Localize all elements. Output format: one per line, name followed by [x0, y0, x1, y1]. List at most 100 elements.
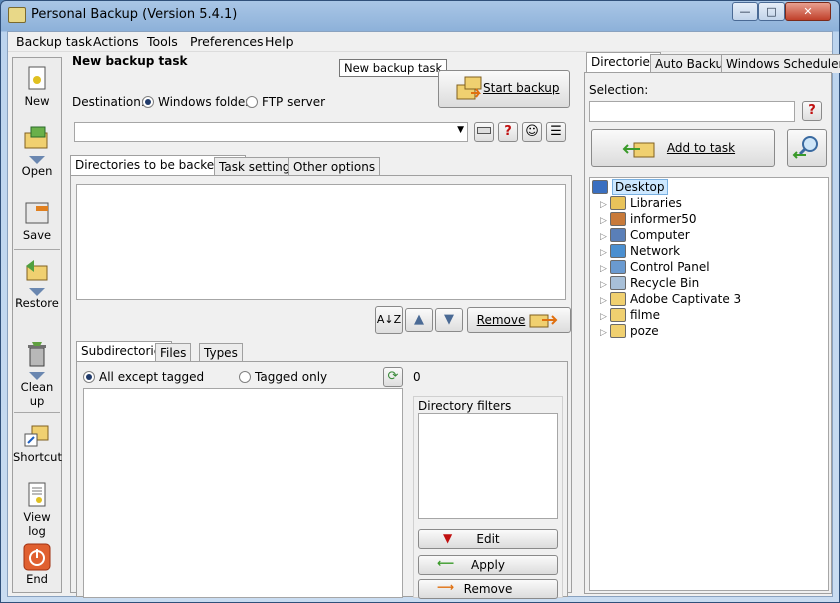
title-bar[interactable]: Personal Backup (Version 5.4.1) — □ ✕	[1, 1, 839, 30]
tree-item-control-panel[interactable]: ▷ Control Panel	[600, 260, 710, 276]
tree-item-poze[interactable]: ▷ poze	[600, 324, 659, 340]
expand-icon[interactable]: ▷	[600, 280, 610, 290]
tagged-count: 0	[413, 370, 421, 384]
user-icon	[610, 212, 626, 226]
open-dropdown-icon[interactable]	[29, 156, 45, 164]
minimize-button[interactable]: —	[732, 2, 758, 21]
remove-filter-button[interactable]: ⟶ Remove	[418, 579, 558, 599]
power-icon	[23, 543, 51, 571]
client-area: Backup task Actions Tools Preferences He…	[7, 31, 840, 599]
list-icon: ☰	[550, 124, 562, 139]
end-button[interactable]: End	[13, 542, 61, 586]
tree-item-label: Recycle Bin	[630, 276, 700, 290]
expand-icon[interactable]: ▷	[600, 296, 610, 306]
apply-filter-button[interactable]: ⟵ Apply	[418, 555, 558, 575]
close-button[interactable]: ✕	[785, 2, 831, 21]
selection-input[interactable]	[589, 101, 795, 122]
subdirectories-tree[interactable]	[83, 388, 403, 598]
directories-list[interactable]	[76, 184, 566, 300]
tree-item-adobe-captivate-3[interactable]: ▷ Adobe Captivate 3	[600, 292, 741, 308]
app-icon	[8, 7, 26, 23]
shortcut-icon	[24, 425, 49, 447]
directories-browser-panel: Selection: ? Add to task Desktop ▷ Librari…	[584, 72, 832, 594]
edit-filter-button[interactable]: ▼ Edit	[418, 529, 558, 549]
folder-icon	[610, 308, 626, 322]
tab-content-directories: A↓Z ▲ ▼ Remove Subdirectories Files Type…	[70, 175, 572, 599]
dest-ftp-radio[interactable]: FTP server	[246, 95, 325, 109]
move-down-button[interactable]: ▼	[435, 308, 463, 332]
open-button[interactable]: Open	[13, 124, 61, 178]
restore-button[interactable]: Restore	[13, 256, 61, 310]
tree-item-filme[interactable]: ▷ filme	[600, 308, 660, 324]
user-settings-button[interactable]: ☺	[522, 122, 542, 142]
add-to-task-button[interactable]: Add to task	[591, 129, 775, 167]
subdirectories-panel: All except tagged Tagged only ⟳ 0 Direct…	[76, 361, 568, 599]
cleanup-button[interactable]: Clean up	[13, 340, 61, 408]
directory-filters-list[interactable]	[418, 413, 558, 519]
shortcut-button[interactable]: Shortcut	[13, 420, 62, 464]
refresh-icon: ⟳	[387, 369, 399, 384]
save-button[interactable]: Save	[13, 198, 61, 242]
task-title: New backup task	[72, 54, 188, 68]
start-backup-button[interactable]: Start backup	[438, 70, 570, 108]
refresh-button[interactable]: ⟳	[383, 367, 403, 387]
tree-item-label: Desktop	[612, 179, 668, 195]
drive-button[interactable]	[474, 122, 494, 142]
tab-types[interactable]: Types	[199, 343, 243, 362]
maximize-button[interactable]: □	[758, 2, 785, 21]
tree-item-libraries[interactable]: ▷ Libraries	[600, 196, 682, 212]
tab-files[interactable]: Files	[155, 343, 192, 362]
tree-item-network[interactable]: ▷ Network	[600, 244, 680, 260]
dest-windows-radio[interactable]: Windows folder	[142, 95, 250, 109]
menu-backup-task[interactable]: Backup task	[16, 34, 92, 49]
right-arrow-icon: ⟶	[437, 580, 455, 594]
view-log-button[interactable]: View log	[13, 480, 61, 538]
tooltip: New backup task	[339, 59, 448, 77]
expand-icon[interactable]: ▷	[600, 248, 610, 258]
expand-icon[interactable]: ▷	[600, 328, 610, 338]
expand-icon[interactable]: ▷	[600, 216, 610, 226]
add-folder-icon	[622, 142, 655, 158]
tree-item-label: Adobe Captivate 3	[630, 292, 742, 306]
menu-preferences[interactable]: Preferences	[190, 34, 264, 49]
tagged-only-radio[interactable]: Tagged only	[239, 370, 327, 384]
destination-path-combo[interactable]: ▼	[74, 122, 468, 142]
move-up-button[interactable]: ▲	[405, 308, 433, 332]
window-title: Personal Backup (Version 5.4.1)	[31, 7, 238, 22]
new-button[interactable]: New	[13, 64, 61, 108]
restore-dropdown-icon[interactable]	[29, 288, 45, 296]
remove-directory-button[interactable]: Remove	[467, 307, 571, 333]
expand-icon[interactable]: ▷	[600, 264, 610, 274]
sort-button[interactable]: A↓Z	[375, 306, 403, 334]
menu-tools[interactable]: Tools	[147, 34, 178, 49]
expand-icon[interactable]: ▷	[600, 232, 610, 242]
question-icon: ?	[808, 103, 816, 118]
folder-icon	[610, 292, 626, 306]
radio-icon	[239, 371, 251, 383]
tree-item-recycle-bin[interactable]: ▷ Recycle Bin	[600, 276, 699, 292]
expand-icon[interactable]: ▷	[600, 312, 610, 322]
start-backup-icon	[456, 76, 482, 100]
menu-help[interactable]: Help	[265, 34, 294, 49]
search-folders-button[interactable]	[787, 129, 827, 167]
drive-icon	[477, 127, 491, 134]
tab-windows-scheduler[interactable]: Windows Scheduler	[721, 54, 840, 73]
remove-folder-icon	[529, 314, 558, 328]
tab-other-options[interactable]: Other options	[288, 157, 381, 176]
tree-item-computer[interactable]: ▷ Computer	[600, 228, 690, 244]
help-button[interactable]: ?	[498, 122, 518, 142]
tree-item-label: informer50	[630, 212, 697, 226]
app-window: Personal Backup (Version 5.4.1) — □ ✕ Ba…	[0, 0, 840, 603]
expand-icon[interactable]: ▷	[600, 200, 610, 210]
directory-filters-group: Directory filters ▼ Edit ⟵ Apply ⟶ Remov…	[413, 396, 563, 599]
folder-tree[interactable]: Desktop ▷ Libraries ▷ informer50 ▷ Computer ▷ Ne…	[589, 177, 829, 591]
properties-button[interactable]: ☰	[546, 122, 566, 142]
menu-actions[interactable]: Actions	[93, 34, 139, 49]
tree-item-informer50[interactable]: ▷ informer50	[600, 212, 697, 228]
all-except-tagged-radio[interactable]: All except tagged	[83, 370, 204, 384]
tree-item-desktop[interactable]: Desktop	[592, 179, 668, 196]
cleanup-dropdown-icon[interactable]	[29, 372, 45, 380]
selection-help-button[interactable]: ?	[802, 101, 822, 121]
computer-icon	[610, 228, 626, 242]
chevron-down-icon[interactable]: ▼	[457, 125, 464, 135]
